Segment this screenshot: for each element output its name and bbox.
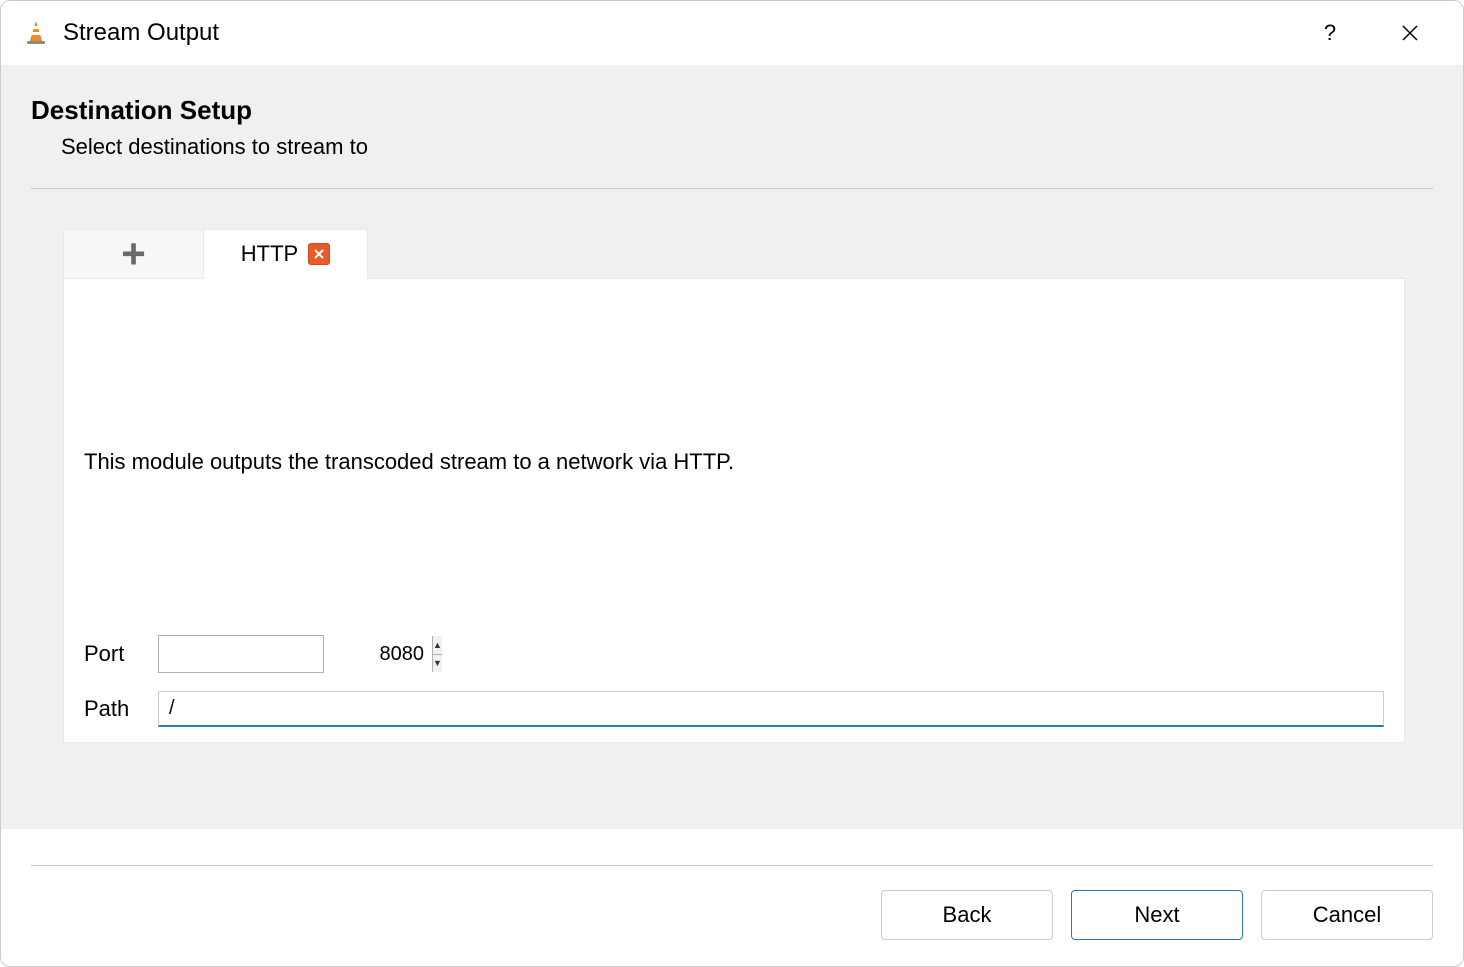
- close-tab-icon[interactable]: [308, 243, 330, 265]
- spin-buttons: ▲ ▼: [432, 636, 442, 672]
- port-row: Port ▲ ▼: [84, 635, 1384, 673]
- plus-icon: +: [121, 233, 146, 275]
- next-button[interactable]: Next: [1071, 890, 1243, 940]
- module-description: This module outputs the transcoded strea…: [84, 449, 1384, 475]
- tab-strip: + HTTP: [63, 229, 1405, 279]
- path-row: Path: [84, 691, 1384, 727]
- back-button[interactable]: Back: [881, 890, 1053, 940]
- footer-separator: [31, 865, 1433, 866]
- port-step-down[interactable]: ▼: [433, 655, 442, 673]
- titlebar: Stream Output ?: [1, 1, 1463, 65]
- button-row: Back Next Cancel: [1, 890, 1463, 966]
- close-window-button[interactable]: [1385, 13, 1435, 53]
- window-title: Stream Output: [63, 19, 1275, 47]
- stream-output-window: Stream Output ? Destination Setup Select…: [0, 0, 1464, 967]
- vlc-cone-icon: [23, 20, 49, 46]
- add-destination-tab[interactable]: +: [63, 229, 203, 279]
- page-subheading: Select destinations to stream to: [61, 134, 1433, 160]
- page-heading: Destination Setup: [31, 95, 1433, 126]
- content-area: Destination Setup Select destinations to…: [1, 65, 1463, 829]
- cancel-button[interactable]: Cancel: [1261, 890, 1433, 940]
- separator: [31, 188, 1433, 189]
- port-label: Port: [84, 641, 158, 667]
- tab-area: + HTTP This module outputs the transcode…: [63, 229, 1405, 743]
- tab-http[interactable]: HTTP: [203, 229, 368, 279]
- path-label: Path: [84, 696, 158, 722]
- port-input[interactable]: [159, 636, 432, 672]
- port-spinbox[interactable]: ▲ ▼: [158, 635, 324, 673]
- tab-label: HTTP: [241, 241, 298, 267]
- path-input[interactable]: [158, 691, 1384, 727]
- http-tab-panel: This module outputs the transcoded strea…: [63, 278, 1405, 743]
- help-button[interactable]: ?: [1305, 13, 1355, 53]
- port-step-up[interactable]: ▲: [433, 636, 442, 655]
